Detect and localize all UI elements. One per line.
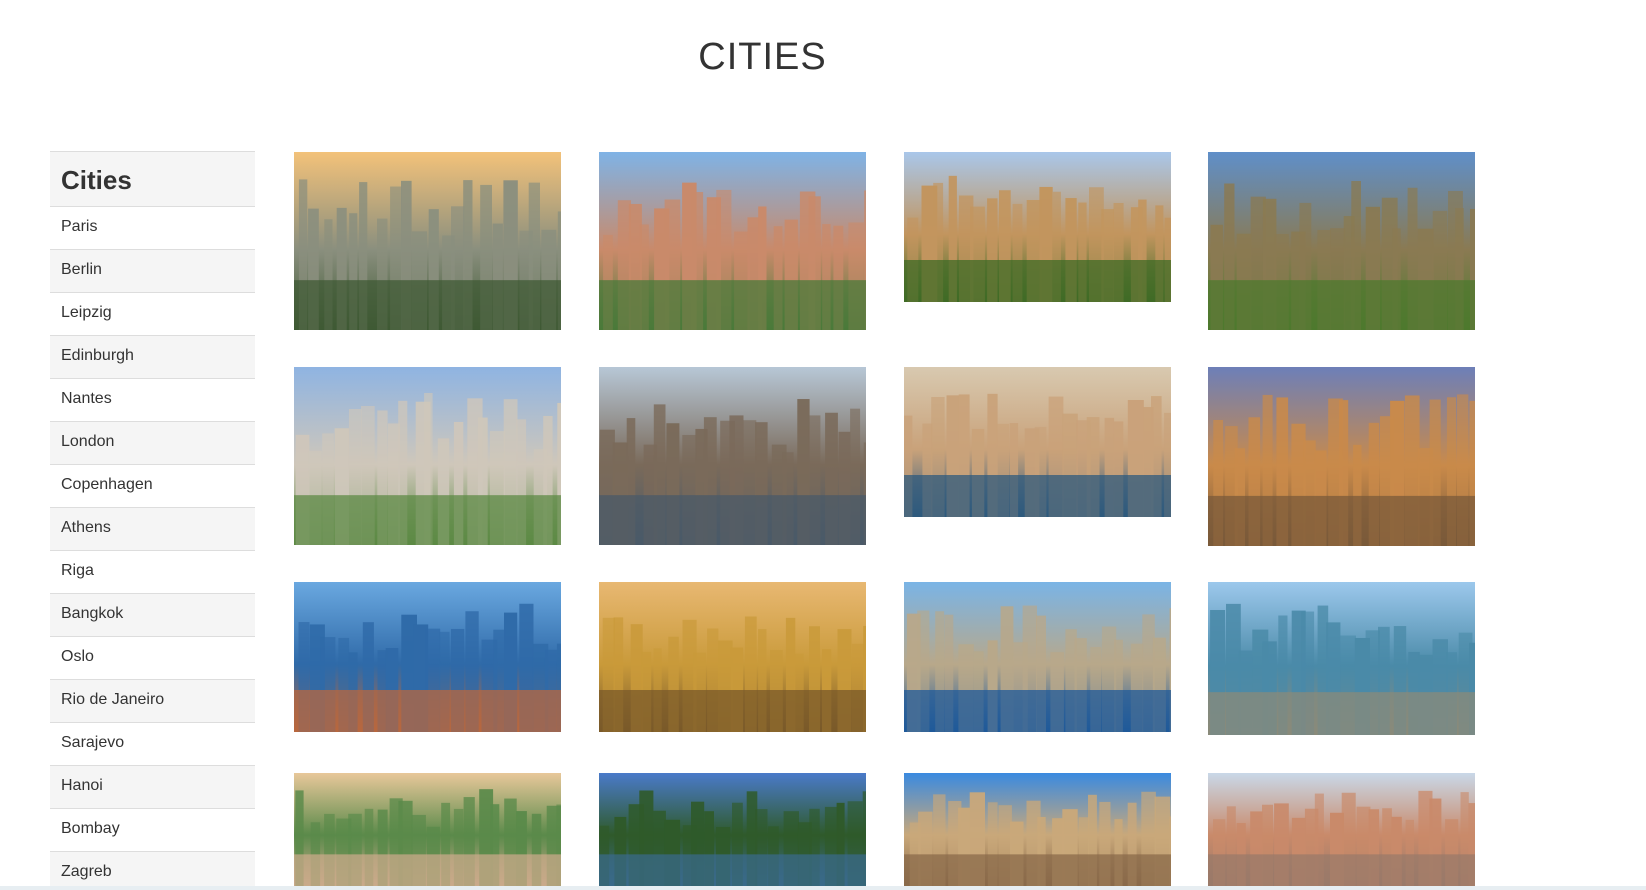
city-image-zagreb[interactable] [1208, 773, 1475, 886]
sidebar-item-paris[interactable]: Paris [50, 207, 255, 250]
sidebar-item-zagreb[interactable]: Zagreb [50, 852, 255, 890]
sidebar-heading: Cities [50, 151, 255, 207]
city-image-paris[interactable] [294, 152, 561, 330]
viewport-bottom-edge [0, 886, 1646, 890]
city-photo [904, 773, 1171, 886]
city-image-bangkok[interactable] [599, 582, 866, 732]
city-photo [294, 152, 561, 330]
city-image-bombay[interactable] [904, 773, 1171, 886]
sidebar-item-copenhagen[interactable]: Copenhagen [50, 465, 255, 508]
city-image-leipzig[interactable] [904, 152, 1171, 302]
sidebar-item-nantes[interactable]: Nantes [50, 379, 255, 422]
sidebar-item-hanoi[interactable]: Hanoi [50, 766, 255, 809]
city-image-edinburgh[interactable] [1208, 152, 1475, 330]
city-image-sarajevo[interactable] [294, 773, 561, 886]
city-image-hanoi[interactable] [599, 773, 866, 886]
sidebar-item-sarajevo[interactable]: Sarajevo [50, 723, 255, 766]
city-photo [904, 152, 1171, 302]
city-photo [599, 152, 866, 330]
city-photo [904, 367, 1171, 517]
city-image-nantes[interactable] [294, 367, 561, 545]
city-photo [599, 367, 866, 545]
city-image-copenhagen[interactable] [904, 367, 1171, 517]
sidebar-item-bangkok[interactable]: Bangkok [50, 594, 255, 637]
page-title: CITIES [698, 36, 827, 78]
sidebar-item-riga[interactable]: Riga [50, 551, 255, 594]
city-image-riga[interactable] [294, 582, 561, 732]
sidebar-item-athens[interactable]: Athens [50, 508, 255, 551]
city-photo [904, 582, 1171, 732]
city-photo [599, 773, 866, 886]
sidebar-item-oslo[interactable]: Oslo [50, 637, 255, 680]
sidebar-item-london[interactable]: London [50, 422, 255, 465]
city-photo [599, 582, 866, 732]
city-photo [1208, 367, 1475, 546]
city-image-berlin[interactable] [599, 152, 866, 330]
sidebar-item-rio-de-janeiro[interactable]: Rio de Janeiro [50, 680, 255, 723]
city-sidebar: Cities Paris Berlin Leipzig Edinburgh Na… [50, 151, 255, 890]
page: CITIES Cities Paris Berlin Leipzig Edinb… [0, 0, 1646, 890]
city-image-london[interactable] [599, 367, 866, 545]
city-photo [294, 367, 561, 545]
city-photo [1208, 773, 1475, 886]
city-image-athens[interactable] [1208, 367, 1475, 546]
sidebar-item-leipzig[interactable]: Leipzig [50, 293, 255, 336]
sidebar-item-berlin[interactable]: Berlin [50, 250, 255, 293]
city-image-rio-de-janeiro[interactable] [1208, 582, 1475, 735]
city-image-oslo[interactable] [904, 582, 1171, 732]
sidebar-item-bombay[interactable]: Bombay [50, 809, 255, 852]
city-photo [294, 582, 561, 732]
city-photo [294, 773, 561, 886]
city-photo [1208, 582, 1475, 735]
sidebar-item-edinburgh[interactable]: Edinburgh [50, 336, 255, 379]
city-photo [1208, 152, 1475, 330]
